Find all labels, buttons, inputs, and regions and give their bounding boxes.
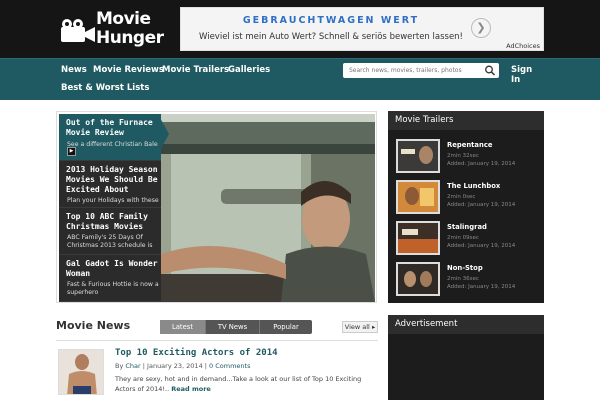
site-logo[interactable]: Movie Hunger — [58, 10, 168, 50]
search-input[interactable] — [343, 63, 481, 78]
divider — [56, 340, 378, 341]
featured-item[interactable]: Top 10 ABC Family Christmas Movies ABC F… — [59, 208, 161, 255]
ad-title: GEBRAUCHTWAGEN WERT — [242, 15, 420, 26]
tab-latest[interactable]: Latest — [160, 320, 206, 334]
trailer-item[interactable]: Stalingrad 2min 09sec Added: January 19,… — [388, 219, 544, 259]
panel-heading: Movie Trailers — [388, 111, 544, 130]
chevron-right-icon: ▸ — [371, 323, 376, 331]
view-all-button[interactable]: View all ▸ — [342, 321, 378, 333]
ad-text: Wieviel ist mein Auto Wert? Schnell & se… — [199, 32, 463, 42]
trailer-thumbnail[interactable] — [396, 180, 440, 214]
nav-item-movie-trailers[interactable]: Movie Trailers — [162, 65, 229, 75]
trailer-thumbnail[interactable] — [396, 221, 440, 255]
read-more-link[interactable]: Read more — [171, 385, 211, 393]
trailer-thumbnail[interactable] — [396, 139, 440, 173]
nav-item-best-worst-lists[interactable]: Best & Worst Lists — [61, 83, 149, 93]
author-link[interactable]: Char — [125, 362, 140, 370]
banner-ad[interactable]: GEBRAUCHTWAGEN WERT Wieviel ist mein Aut… — [180, 7, 544, 51]
trailer-item[interactable]: The Lunchbox 2min 0sec Added: January 19… — [388, 178, 544, 218]
featured-image[interactable] — [161, 114, 375, 302]
logo-text: Movie Hunger — [96, 9, 164, 48]
featured-slider: Out of the Furnace Movie Review See a di… — [56, 111, 377, 303]
movie-trailers-panel: Movie Trailers Repentance 2min 32sec Add… — [388, 111, 544, 303]
tab-popular[interactable]: Popular — [260, 320, 312, 334]
active-indicator — [159, 116, 169, 152]
article-meta: By Char | January 23, 2014 | 0 Comments — [115, 362, 251, 370]
main-nav: News Movie Reviews Movie Trailers Galler… — [0, 58, 600, 100]
search-icon[interactable] — [483, 64, 497, 77]
featured-item[interactable]: Gal Gadot Is Wonder Woman Fast & Furious… — [59, 255, 161, 302]
ad-choices[interactable]: AdChoices — [506, 42, 540, 50]
advertisement-panel: Advertisement — [388, 315, 544, 400]
sign-in-link[interactable]: Sign In — [511, 65, 541, 85]
featured-item[interactable]: Out of the Furnace Movie Review See a di… — [59, 114, 161, 161]
search-box — [343, 63, 499, 78]
nav-item-news[interactable]: News — [61, 65, 87, 75]
camera-icon — [61, 19, 95, 42]
featured-list: Out of the Furnace Movie Review See a di… — [59, 114, 161, 302]
featured-item[interactable]: 2013 Holiday Season Movies We Should Be … — [59, 161, 161, 208]
trailer-thumbnail[interactable] — [396, 262, 440, 296]
nav-item-galleries[interactable]: Galleries — [228, 65, 270, 75]
article-excerpt: They are sexy, hot and in demand...Take … — [115, 375, 362, 393]
play-icon[interactable]: ▶ — [67, 147, 76, 156]
site-header: Movie Hunger GEBRAUCHTWAGEN WERT Wieviel… — [0, 0, 600, 58]
article-title-link[interactable]: Top 10 Exciting Actors of 2014 — [115, 348, 278, 358]
panel-heading: Advertisement — [388, 315, 544, 334]
news-tabs: Latest TV News Popular — [160, 320, 312, 334]
trailer-item[interactable]: Repentance 2min 32sec Added: January 19,… — [388, 137, 544, 177]
chevron-right-icon[interactable]: ❯ — [471, 18, 491, 38]
comments-link[interactable]: 0 Comments — [209, 362, 250, 370]
nav-item-movie-reviews[interactable]: Movie Reviews — [93, 65, 164, 75]
trailer-item[interactable]: Non-Stop 2min 36sec Added: January 19, 2… — [388, 260, 544, 300]
movie-news-heading: Movie News — [56, 319, 131, 332]
tab-tv-news[interactable]: TV News — [206, 320, 260, 334]
article-thumbnail[interactable] — [58, 349, 104, 395]
